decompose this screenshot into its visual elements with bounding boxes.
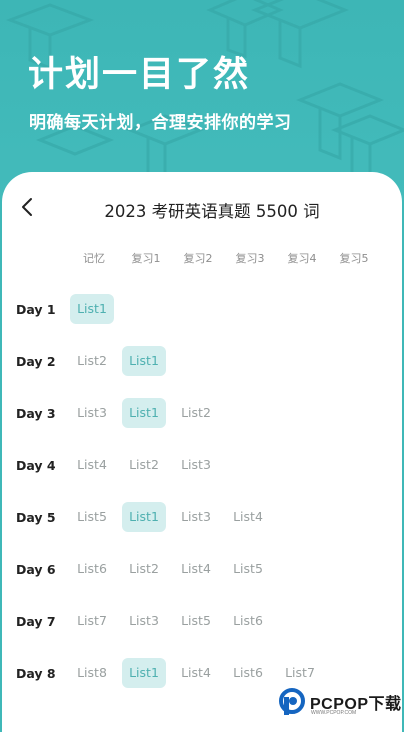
watermark-subtext: WWW.PCPOP.COM [311, 710, 357, 716]
day-label: Day 5 [16, 510, 56, 525]
day-label: Day 6 [16, 562, 56, 577]
column-header: 复习1 [131, 252, 161, 265]
hero-banner: 计划一目了然 明确每天计划，合理安排你的学习 [0, 0, 404, 200]
list-cell-active[interactable]: List1 [122, 502, 166, 532]
decorative-block-pattern [5, 0, 404, 185]
list-cell[interactable]: List3 [122, 606, 166, 636]
hero-title: 计划一目了然 [28, 55, 251, 95]
day-label: Day 7 [16, 614, 56, 629]
list-cell[interactable]: List6 [226, 606, 270, 636]
day-label: Day 3 [16, 406, 56, 421]
list-cell[interactable]: List5 [174, 606, 218, 636]
column-header: 复习2 [183, 252, 213, 265]
list-cell[interactable]: List6 [226, 658, 270, 688]
list-cell[interactable]: List2 [122, 450, 166, 480]
list-cell[interactable]: List4 [70, 450, 114, 480]
hero-subtitle: 明确每天计划，合理安排你的学习 [29, 113, 292, 133]
list-cell[interactable]: List8 [70, 658, 114, 688]
list-cell[interactable]: List3 [70, 398, 114, 428]
list-cell[interactable]: List5 [226, 554, 270, 584]
list-cell-active[interactable]: List1 [122, 346, 166, 376]
column-header: 复习3 [235, 252, 265, 265]
list-cell[interactable]: List2 [122, 554, 166, 584]
list-cell[interactable]: List2 [70, 346, 114, 376]
day-label: Day 4 [16, 458, 56, 473]
column-header: 复习4 [287, 252, 317, 265]
day-label: Day 8 [16, 666, 56, 681]
day-label: Day 1 [16, 302, 56, 317]
list-cell-active[interactable]: List1 [122, 658, 166, 688]
list-cell[interactable]: List2 [174, 398, 218, 428]
list-cell-active[interactable]: List1 [122, 398, 166, 428]
list-cell[interactable]: List4 [226, 502, 270, 532]
day-label: Day 2 [16, 354, 56, 369]
column-header: 复习5 [339, 252, 369, 265]
plan-card: 2023 考研英语真题 5500 词 记忆 复习1 复习2 复习3 复习4 复习5 Day … [2, 172, 402, 732]
column-header: 记忆 [83, 252, 105, 265]
watermark-logo: PCPOP下载 WWW.PCPOP.COM [278, 683, 404, 720]
list-cell[interactable]: List4 [174, 554, 218, 584]
list-cell[interactable]: List5 [70, 502, 114, 532]
list-cell-active[interactable]: List1 [70, 294, 114, 324]
list-cell[interactable]: List3 [174, 502, 218, 532]
list-cell[interactable]: List4 [174, 658, 218, 688]
list-cell[interactable]: List3 [174, 450, 218, 480]
list-cell[interactable]: List7 [70, 606, 114, 636]
list-cell[interactable]: List6 [70, 554, 114, 584]
page-title: 2023 考研英语真题 5500 词 [104, 202, 320, 221]
pcpop-logo-icon [279, 687, 305, 715]
